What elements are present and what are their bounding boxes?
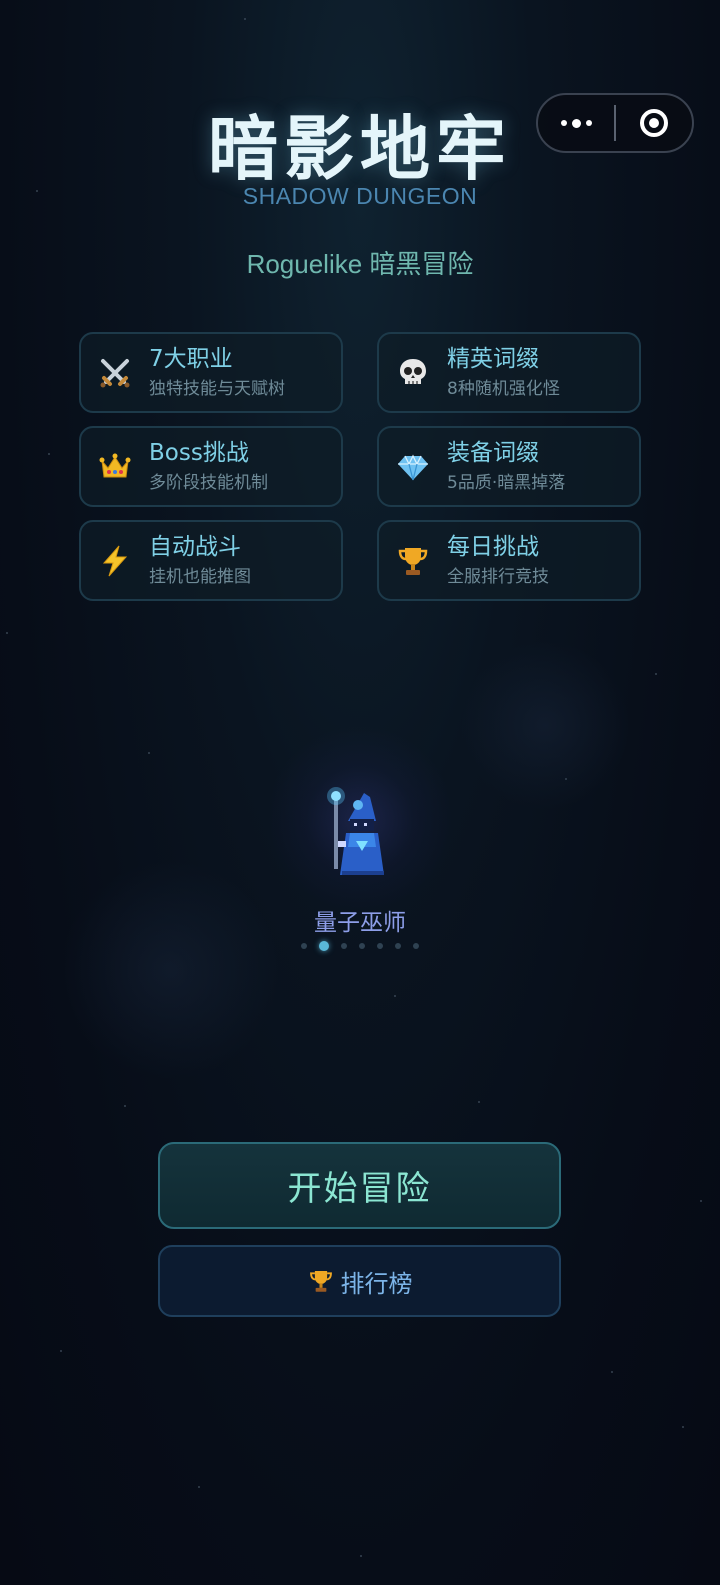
- wizard-sprite[interactable]: [320, 785, 400, 885]
- feature-name: 每日挑战: [447, 533, 539, 560]
- character-pager: [0, 941, 720, 951]
- background-glow: [60, 860, 280, 1080]
- feature-name: 自动战斗: [149, 533, 241, 560]
- feature-name: 装备词缀: [447, 439, 539, 466]
- trophy-icon: [307, 1267, 335, 1295]
- crown-icon: [97, 449, 133, 485]
- gem-icon: [395, 449, 431, 485]
- lightning-icon: [97, 543, 133, 579]
- feature-desc: 独特技能与天赋树: [149, 378, 285, 399]
- trophy-icon: [395, 543, 431, 579]
- start-adventure-button[interactable]: 开始冒险: [158, 1142, 561, 1229]
- game-tagline: Roguelike 暗黑冒险: [246, 249, 474, 279]
- crossed-swords-icon: [97, 355, 133, 391]
- pager-dot[interactable]: [377, 943, 383, 949]
- background-glow: [460, 640, 630, 810]
- feature-card-elite-affixes: 精英词缀 8种随机强化怪: [377, 332, 641, 413]
- game-subtitle-en: SHADOW DUNGEON: [242, 183, 478, 209]
- game-title: 暗影地牢: [208, 108, 512, 190]
- leaderboard-label: 排行榜: [340, 1269, 413, 1298]
- feature-desc: 8种随机强化怪: [447, 378, 560, 399]
- pager-dot[interactable]: [319, 941, 329, 951]
- pager-dot[interactable]: [301, 943, 307, 949]
- feature-card-gear-affixes: 装备词缀 5品质·暗黑掉落: [377, 426, 641, 507]
- feature-desc: 挂机也能推图: [149, 566, 251, 587]
- feature-card-daily-challenge: 每日挑战 全服排行竞技: [377, 520, 641, 601]
- feature-desc: 多阶段技能机制: [149, 472, 268, 493]
- pager-dot[interactable]: [413, 943, 419, 949]
- skull-icon: [395, 355, 431, 391]
- pager-dot[interactable]: [341, 943, 347, 949]
- feature-name: 7大职业: [149, 345, 233, 372]
- feature-card-boss: Boss挑战 多阶段技能机制: [79, 426, 343, 507]
- feature-card-auto-battle: 自动战斗 挂机也能推图: [79, 520, 343, 601]
- character-name: 量子巫师: [314, 910, 406, 936]
- feature-grid: 7大职业 独特技能与天赋树 精英词缀 8种随机强化怪 Boss挑战 多阶段技能机…: [79, 332, 641, 601]
- pager-dot[interactable]: [359, 943, 365, 949]
- feature-name: Boss挑战: [149, 439, 249, 466]
- feature-name: 精英词缀: [447, 345, 539, 372]
- feature-card-classes: 7大职业 独特技能与天赋树: [79, 332, 343, 413]
- leaderboard-button[interactable]: 排行榜: [158, 1245, 561, 1317]
- feature-desc: 5品质·暗黑掉落: [447, 472, 566, 493]
- pager-dot[interactable]: [395, 943, 401, 949]
- feature-desc: 全服排行竞技: [447, 566, 549, 587]
